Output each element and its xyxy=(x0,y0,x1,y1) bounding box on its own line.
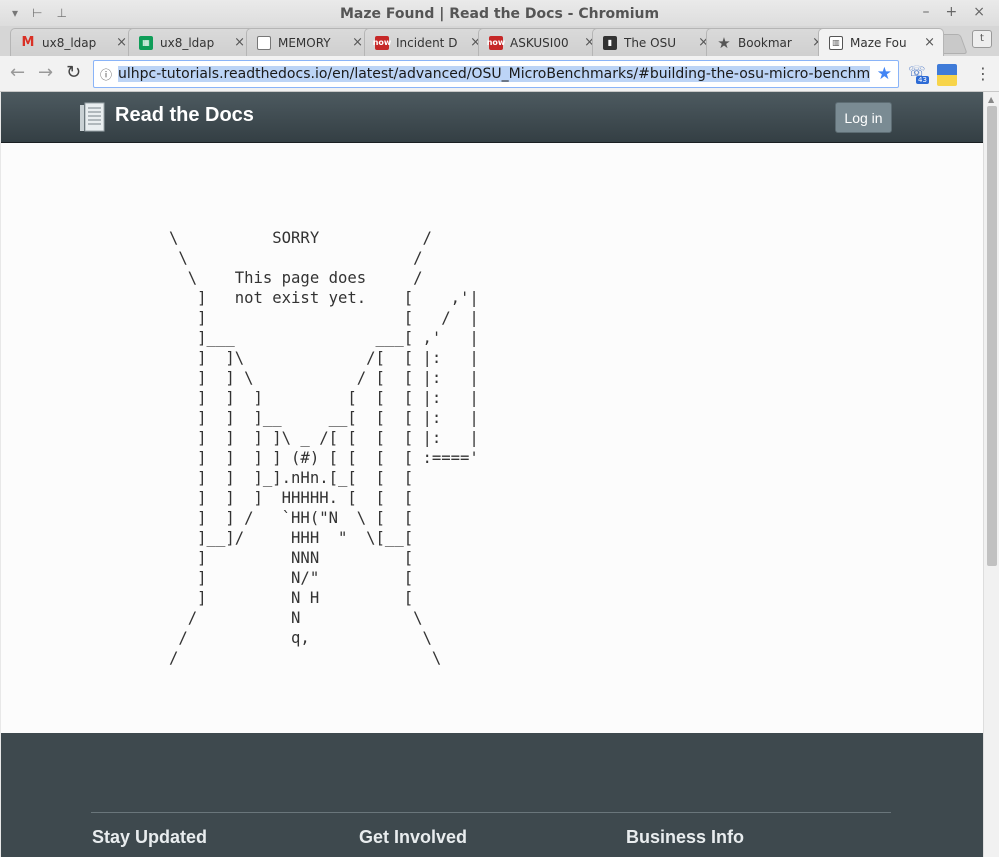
window-left-controls: ▾ ⊢ ⊥ xyxy=(12,6,67,20)
footer-heading-get-involved: Get Involved xyxy=(359,827,468,847)
tab-ux8-ldap-gmail[interactable]: M ux8_ldap × xyxy=(10,28,136,56)
close-tab-icon[interactable]: × xyxy=(116,35,127,50)
info-icon[interactable]: ⓘ xyxy=(94,66,118,83)
close-window-icon[interactable]: × xyxy=(973,4,985,20)
extension-badge: 43 xyxy=(916,76,929,84)
site-footer: Stay Updated Get Involved Business Info xyxy=(1,733,983,857)
minimize-icon[interactable]: – xyxy=(923,4,930,20)
forward-arrow-icon[interactable]: → xyxy=(38,62,53,83)
gmail-icon: M xyxy=(21,35,35,50)
scroll-thumb[interactable] xyxy=(987,106,997,566)
tab-the-osu[interactable]: ▮ The OSU × xyxy=(592,28,718,56)
browser-toolbar: ← → ↻ ⓘ ulhpc-tutorials.readthedocs.io/e… xyxy=(0,56,999,92)
tab-label: Incident D xyxy=(396,35,458,50)
address-bar[interactable]: ⓘ ulhpc-tutorials.readthedocs.io/en/late… xyxy=(93,60,899,88)
document-icon xyxy=(257,35,271,50)
page-viewport: Read the Docs Log in \ SORRY / \ / \ Thi… xyxy=(1,92,983,857)
extension-flag-icon[interactable] xyxy=(937,64,957,86)
window-controls: – + × xyxy=(923,4,985,20)
tab-label: MEMORY xyxy=(278,35,331,50)
window-pin-icon[interactable]: ⊥ xyxy=(56,6,66,20)
tab-ux8-ldap-sheets[interactable]: ▦ ux8_ldap × xyxy=(128,28,254,56)
site-brand[interactable]: Read the Docs xyxy=(115,104,254,127)
book-icon: ▮ xyxy=(603,35,617,50)
window-title: Maze Found | Read the Docs - Chromium xyxy=(339,6,660,22)
tab-label: ux8_ldap xyxy=(160,35,215,50)
footer-heading-stay-updated: Stay Updated xyxy=(92,827,208,847)
tab-incident[interactable]: now Incident D × xyxy=(364,28,490,56)
back-arrow-icon[interactable]: ← xyxy=(10,62,25,83)
close-tab-icon[interactable]: × xyxy=(234,35,245,50)
rtd-header: Read the Docs Log in xyxy=(1,92,983,143)
url-text[interactable]: ulhpc-tutorials.readthedocs.io/en/latest… xyxy=(118,66,870,82)
tab-label: ASKUSI00 xyxy=(510,35,569,50)
servicenow-icon: now xyxy=(487,35,505,50)
login-button[interactable]: Log in xyxy=(835,102,892,133)
sheets-icon: ▦ xyxy=(139,35,153,50)
tab-label: ux8_ldap xyxy=(42,35,97,50)
tab-label: Bookmar xyxy=(738,35,792,50)
close-tab-icon[interactable]: × xyxy=(352,35,363,50)
readthedocs-logo-icon[interactable] xyxy=(79,102,105,132)
tab-bookmarks[interactable]: ★ Bookmar × xyxy=(706,28,832,56)
sorry-ascii-art: \ SORRY / \ / \ This page does / ] not e… xyxy=(169,229,479,667)
tab-strip: M ux8_ldap × ▦ ux8_ldap × MEMORY × now I… xyxy=(0,26,999,56)
servicenow-icon: now xyxy=(373,35,391,50)
extension-phone-icon[interactable]: ☏ 43 xyxy=(908,64,930,86)
extension-t-button[interactable]: t xyxy=(972,30,992,48)
window-restore-left-icon[interactable]: ⊢ xyxy=(32,6,42,20)
window-titlebar: ▾ ⊢ ⊥ Maze Found | Read the Docs - Chrom… xyxy=(0,0,999,28)
tab-maze-found[interactable]: ▥ Maze Fou × xyxy=(818,28,944,56)
page-scrollbar[interactable]: ▲ xyxy=(983,92,999,857)
tab-label: Maze Fou xyxy=(850,35,907,50)
tab-label: The OSU xyxy=(624,35,676,50)
maximize-icon[interactable]: + xyxy=(946,4,958,20)
bookmark-star-icon[interactable]: ★ xyxy=(877,64,892,84)
footer-heading-business-info: Business Info xyxy=(626,827,745,847)
tab-memory[interactable]: MEMORY × xyxy=(246,28,372,56)
footer-divider xyxy=(91,812,891,813)
tab-askusi[interactable]: now ASKUSI00 × xyxy=(478,28,604,56)
readthedocs-icon: ▥ xyxy=(829,35,843,50)
close-tab-icon[interactable]: × xyxy=(924,35,935,50)
star-icon: ★ xyxy=(717,33,731,52)
reload-icon[interactable]: ↻ xyxy=(66,62,81,83)
scroll-up-icon[interactable]: ▲ xyxy=(988,95,994,104)
browser-menu-icon[interactable]: ⋮ xyxy=(975,64,991,83)
window-menu-icon[interactable]: ▾ xyxy=(12,6,18,20)
